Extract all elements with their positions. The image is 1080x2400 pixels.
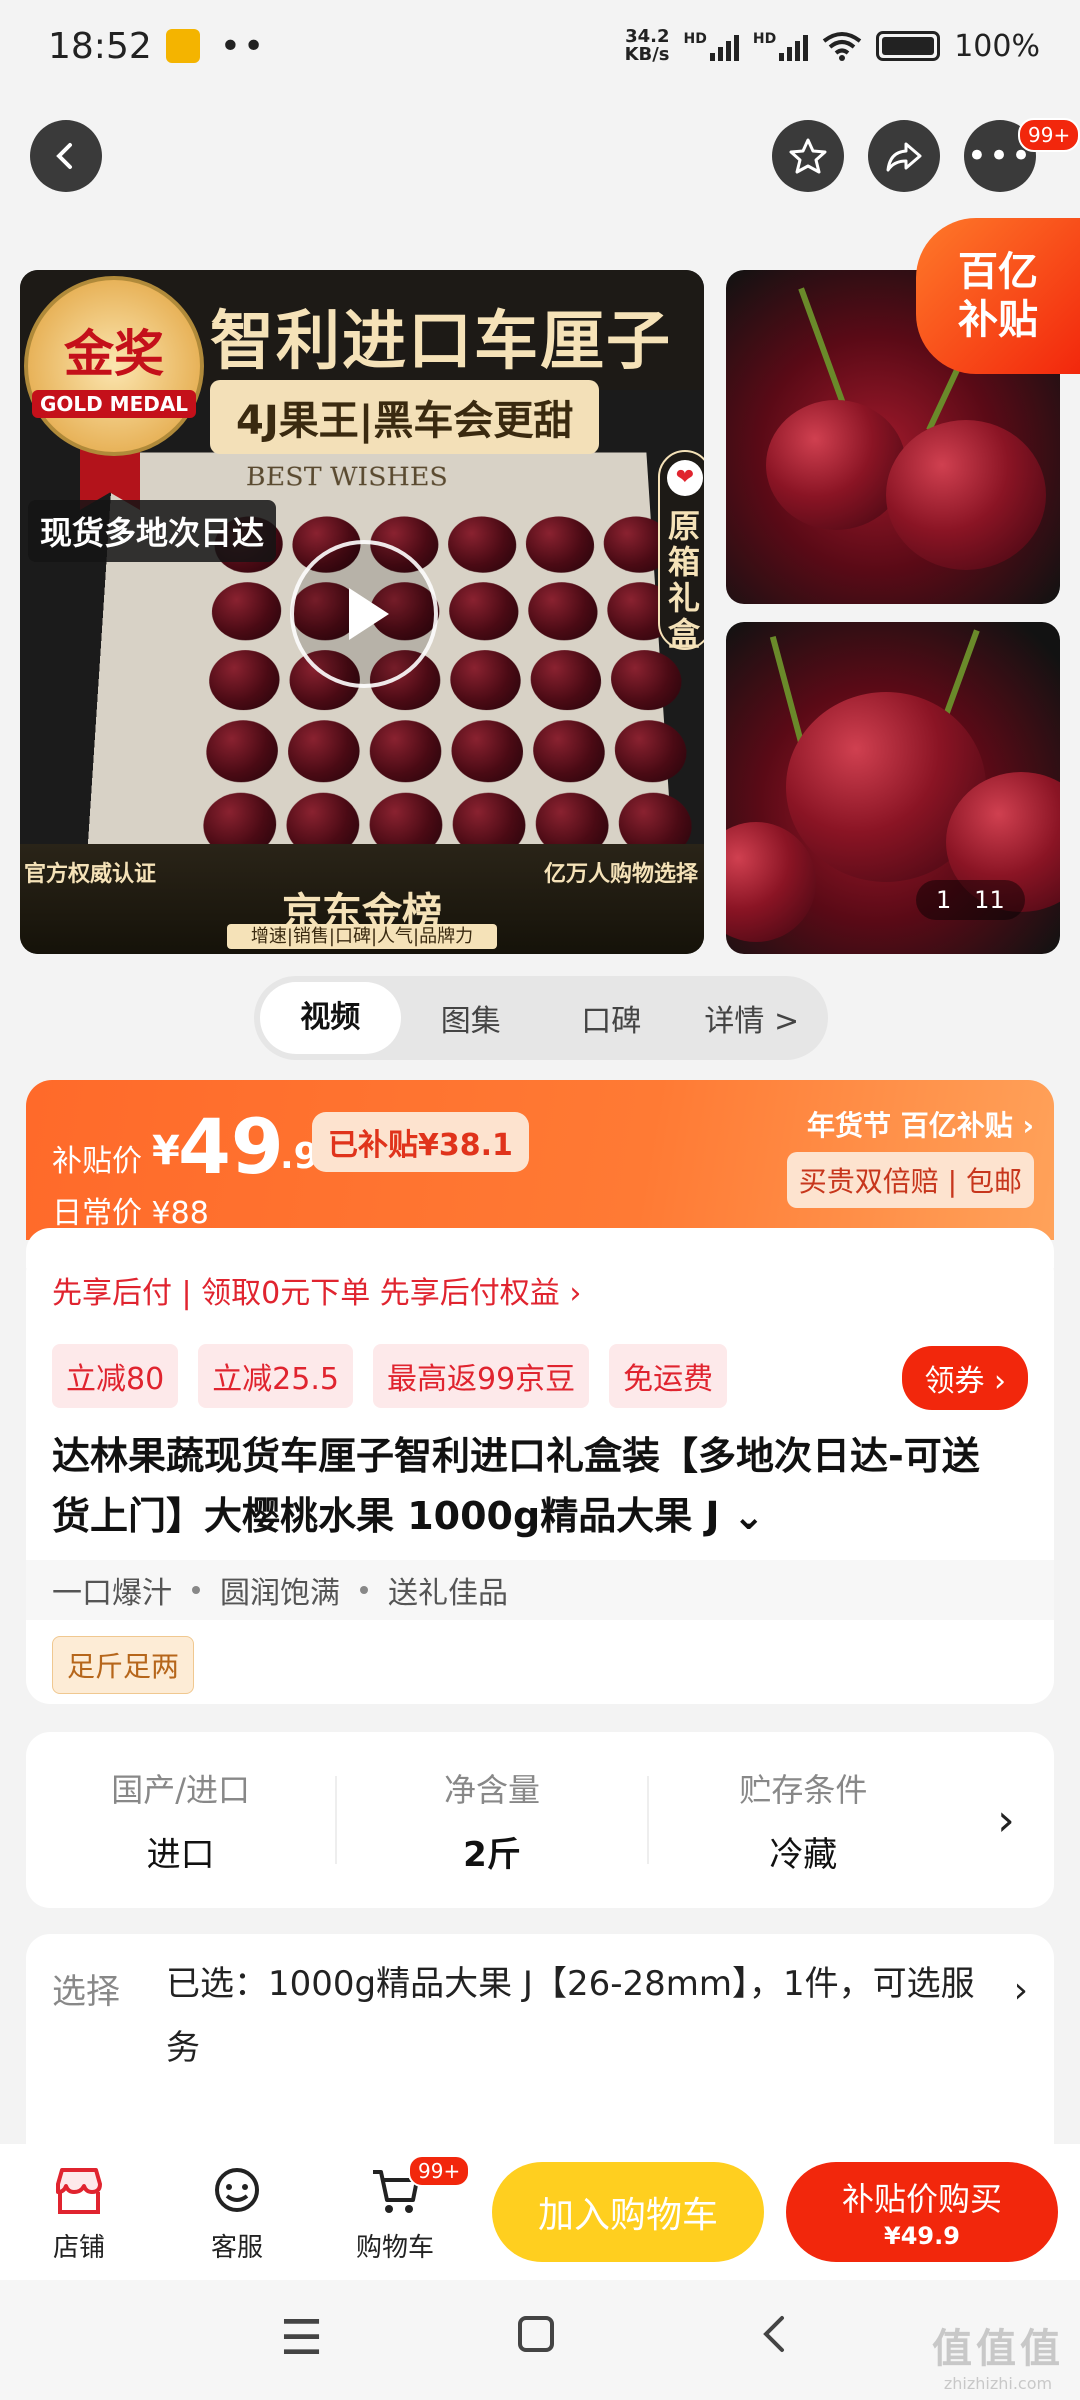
jd-ranking-banner: 官方权威认证 亿万人购物选择 京东金榜 增速|销售|口碑|人气|品牌力	[20, 844, 704, 954]
media-tabs: 视频 图集 口碑 详情 >	[254, 976, 828, 1060]
chevron-right-icon[interactable]: ›	[958, 1795, 1054, 1846]
star-icon	[788, 136, 828, 176]
signal-icon: HD	[684, 31, 739, 61]
afterpay-link[interactable]: 先享后付 | 领取0元下单 先享后付权益 ›	[52, 1268, 581, 1312]
spec-net-weight: 净含量 2斤	[337, 1765, 646, 1876]
back-icon[interactable]	[754, 2310, 794, 2366]
feature-list: 一口爆汁 圆润饱满 送礼佳品	[26, 1560, 1054, 1620]
signal-icon: HD	[753, 31, 808, 61]
image-title: 智利进口车厘子	[210, 290, 672, 382]
selection-row[interactable]: 选择 已选：1000g精品大果 J【26-28mm】，1件，可选服务 ›	[26, 1934, 1054, 2144]
share-icon	[884, 136, 924, 176]
tab-video[interactable]: 视频	[260, 982, 401, 1054]
system-navigation-bar: ☰	[0, 2280, 1080, 2400]
gift-box-tag: ❤ 原箱礼盒	[658, 450, 704, 650]
notification-icon	[166, 29, 200, 63]
shipping-tag: 现货多地次日达	[28, 500, 276, 562]
store-icon	[52, 2166, 106, 2216]
heart-icon: ❤	[667, 460, 703, 496]
spec-storage: 贮存条件 冷藏	[649, 1765, 958, 1876]
add-to-cart-button[interactable]: 加入购物车	[492, 2162, 764, 2262]
get-coupon-button[interactable]: 领券 ›	[902, 1346, 1028, 1410]
wifi-icon	[822, 31, 862, 61]
network-speed: 34.2 KB/s	[625, 28, 670, 64]
customer-service-button[interactable]: 客服	[158, 2161, 316, 2264]
price-banner: 补贴价 ¥ 49 .9 已补贴¥38.1 日常价 ¥88 年货节 百亿补贴 › …	[26, 1080, 1054, 1240]
coupon-tag[interactable]: 最高返99京豆	[373, 1344, 589, 1408]
product-title[interactable]: 达林果蔬现货车厘子智利进口礼盒装【多地次日达-可送货上门】大樱桃水果 1000g…	[52, 1426, 1012, 1546]
buy-now-button[interactable]: 补贴价购买 ¥49.9	[786, 2162, 1058, 2262]
favorite-button[interactable]	[772, 120, 844, 192]
coupon-tag[interactable]: 立减25.5	[198, 1344, 353, 1408]
price-integer: 49	[178, 1102, 284, 1191]
tab-gallery[interactable]: 图集	[401, 996, 542, 1040]
menu-icon[interactable]: ☰	[280, 2310, 323, 2366]
feature-item: 送礼佳品	[388, 1568, 508, 1612]
store-button[interactable]: 店铺	[0, 2161, 158, 2264]
selection-label: 选择	[52, 1964, 120, 2013]
feature-item: 一口爆汁	[52, 1568, 172, 1612]
bottom-action-bar: 店铺 客服 99+ 购物车 加入购物车 补贴价购买 ¥49.9	[0, 2144, 1080, 2280]
message-badge: 99+	[1018, 118, 1080, 152]
feature-item: 圆润饱满	[220, 1568, 340, 1612]
subsidized-amount: 已补贴¥38.1	[312, 1112, 529, 1172]
image-subtitle: 4J果王|黑车会更甜	[210, 380, 599, 454]
more-notifications-icon: ••	[220, 26, 266, 67]
weight-tag: 足斤足两	[52, 1636, 194, 1694]
subsidy-badge: 百亿 补贴	[916, 218, 1080, 374]
chevron-left-icon	[51, 141, 81, 171]
cart-button[interactable]: 99+ 购物车	[316, 2161, 474, 2264]
watermark: 值值值 zhizhizhi.com	[932, 2316, 1064, 2393]
coupon-tag[interactable]: 立减80	[52, 1344, 178, 1408]
product-info-card: 先享后付 | 领取0元下单 先享后付权益 › 立减80 立减25.5 最高返99…	[26, 1248, 1054, 1704]
share-button[interactable]	[868, 120, 940, 192]
coupon-tag[interactable]: 免运费	[609, 1344, 727, 1408]
currency-symbol: ¥	[152, 1128, 180, 1174]
back-button[interactable]	[30, 120, 102, 192]
guarantee-badge: 买贵双倍赔 | 包邮	[787, 1152, 1034, 1208]
clock: 18:52	[48, 26, 152, 67]
gold-medal-icon: 金奖 GOLD MEDAL	[24, 276, 204, 456]
spec-card[interactable]: 国产/进口 进口 净含量 2斤 贮存条件 冷藏 ›	[26, 1732, 1054, 1908]
image-counter: 1 11	[916, 880, 1025, 920]
tab-details[interactable]: 详情 >	[682, 996, 823, 1040]
subsidy-event-link[interactable]: 年货节 百亿补贴 ›	[807, 1104, 1034, 1144]
coupon-list: 立减80 立减25.5 最高返99京豆 免运费	[52, 1344, 727, 1408]
home-icon[interactable]	[516, 2310, 556, 2366]
cart-badge: 99+	[408, 2155, 470, 2187]
product-video-thumbnail[interactable]: BEST WISHES 智利进口车厘子 4J果王|黑车会更甜 金奖 GOLD M…	[20, 270, 704, 954]
chevron-right-icon: ›	[1014, 1970, 1028, 2011]
play-icon[interactable]	[290, 540, 438, 688]
daily-price: 日常价 ¥88	[52, 1188, 209, 1232]
battery-level: 100%	[954, 29, 1040, 64]
status-bar: 18:52 •• 34.2 KB/s HD HD 100%	[0, 0, 1080, 92]
chat-face-icon	[211, 2166, 263, 2216]
tab-reviews[interactable]: 口碑	[541, 996, 682, 1040]
price-label: 补贴价	[52, 1136, 142, 1180]
battery-icon	[876, 31, 940, 61]
spec-origin: 国产/进口 进口	[26, 1765, 335, 1876]
selection-value: 已选：1000g精品大果 J【26-28mm】，1件，可选服务	[166, 1952, 986, 2080]
